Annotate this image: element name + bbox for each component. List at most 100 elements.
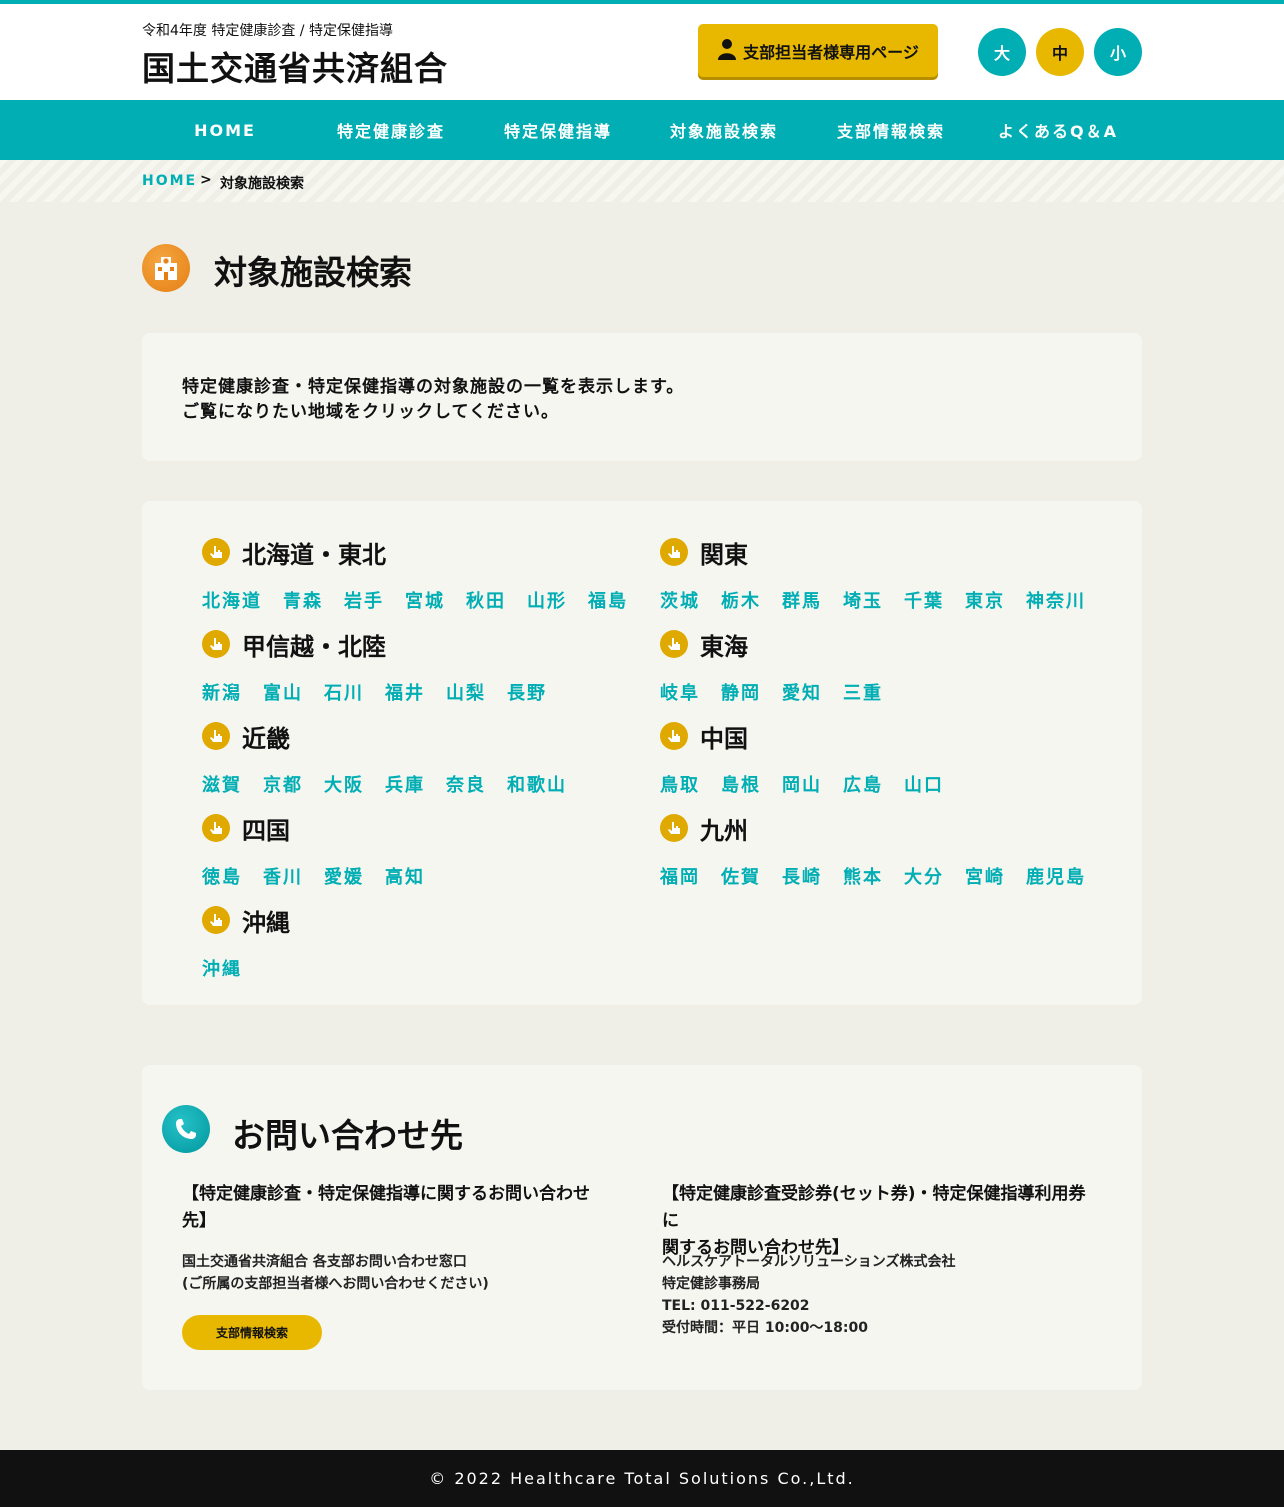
contact-left-text: 国土交通省共済組合 各支部お問い合わせ窓口 (ご所属の支部担当者様へお問い合わせ… [182, 1251, 489, 1295]
prefecture-link[interactable]: 石川 [324, 679, 364, 705]
prefecture-link[interactable]: 兵庫 [385, 771, 425, 797]
staff-page-button[interactable]: 支部担当者様専用ページ [698, 24, 938, 77]
prefecture-link[interactable]: 三重 [843, 679, 883, 705]
prefecture-list: 茨城 栃木 群馬 埼玉 千葉 東京 神奈川 [660, 587, 1100, 613]
prefecture-link[interactable]: 大阪 [324, 771, 364, 797]
nav-item-faq[interactable]: よくあるQ＆A [975, 100, 1141, 160]
prefecture-link[interactable]: 福岡 [660, 863, 700, 889]
prefecture-link[interactable]: 高知 [385, 863, 425, 889]
region-title: 中国 [700, 724, 748, 753]
prefecture-link[interactable]: 福井 [385, 679, 425, 705]
pointer-icon [660, 630, 688, 658]
page-title: 対象施設検索 [214, 253, 412, 292]
prefecture-list: 沖縄 [202, 955, 642, 981]
font-size-small-button[interactable]: 小 [1094, 28, 1142, 76]
prefecture-link[interactable]: 徳島 [202, 863, 242, 889]
contact-title: お問い合わせ先 [232, 1116, 463, 1155]
phone-icon [162, 1105, 210, 1153]
region-title: 九州 [700, 816, 748, 845]
region-header: 九州 [660, 813, 1100, 845]
nav-item-branch-search[interactable]: 支部情報検索 [808, 100, 974, 160]
prefecture-link[interactable]: 千葉 [904, 587, 944, 613]
prefecture-link[interactable]: 東京 [965, 587, 1005, 613]
prefecture-link[interactable]: 秋田 [466, 587, 506, 613]
site-footer: © 2022 Healthcare Total Solutions Co.,Lt… [0, 1450, 1284, 1507]
prefecture-link[interactable]: 神奈川 [1026, 587, 1086, 613]
prefecture-link[interactable]: 島根 [721, 771, 761, 797]
prefecture-link[interactable]: 鹿児島 [1026, 863, 1086, 889]
prefecture-list: 鳥取 島根 岡山 広島 山口 [660, 771, 1100, 797]
site-header: 令和4年度 特定健康診査 / 特定保健指導 国土交通省共済組合 支部担当者様専用… [0, 4, 1284, 100]
prefecture-link[interactable]: 佐賀 [721, 863, 761, 889]
prefecture-link[interactable]: 鳥取 [660, 771, 700, 797]
font-size-medium-button[interactable]: 中 [1036, 28, 1084, 76]
contact-left-heading-line: 先】 [182, 1211, 216, 1231]
prefecture-link[interactable]: 福島 [588, 587, 628, 613]
prefecture-link[interactable]: 奈良 [446, 771, 486, 797]
breadcrumb: HOME > 対象施設検索 [0, 160, 1284, 202]
prefecture-link[interactable]: 北海道 [202, 587, 262, 613]
prefecture-link[interactable]: 岩手 [344, 587, 384, 613]
intro-card: 特定健康診査・特定保健指導の対象施設の一覧を表示します。 ご覧になりたい地域をク… [142, 333, 1142, 461]
pointer-icon [660, 722, 688, 750]
prefecture-link[interactable]: 岐阜 [660, 679, 700, 705]
prefecture-link[interactable]: 沖縄 [202, 955, 242, 981]
prefecture-link[interactable]: 長崎 [782, 863, 822, 889]
prefecture-link[interactable]: 宮崎 [965, 863, 1005, 889]
prefecture-link[interactable]: 山梨 [446, 679, 486, 705]
pointer-icon [202, 722, 230, 750]
region-block: 四国 徳島 香川 愛媛 高知 [202, 813, 642, 889]
branch-search-button[interactable]: 支部情報検索 [182, 1315, 322, 1350]
region-block: 沖縄 沖縄 [202, 905, 642, 981]
region-block: 関東茨城 栃木 群馬 埼玉 千葉 東京 神奈川 [660, 537, 1100, 613]
prefecture-link[interactable]: 宮城 [405, 587, 445, 613]
nav-item-facility-search[interactable]: 対象施設検索 [641, 100, 807, 160]
prefecture-link[interactable]: 群馬 [782, 587, 822, 613]
prefecture-link[interactable]: 愛知 [782, 679, 822, 705]
pointer-icon [202, 630, 230, 658]
region-header: 関東 [660, 537, 1100, 569]
breadcrumb-home-link[interactable]: HOME [142, 173, 197, 189]
prefecture-link[interactable]: 熊本 [843, 863, 883, 889]
prefecture-link[interactable]: 岡山 [782, 771, 822, 797]
prefecture-link[interactable]: 埼玉 [843, 587, 883, 613]
prefecture-link[interactable]: 愛媛 [324, 863, 364, 889]
prefecture-link[interactable]: 青森 [283, 587, 323, 613]
prefecture-link[interactable]: 富山 [263, 679, 303, 705]
hospital-icon [142, 244, 190, 292]
prefecture-link[interactable]: 山形 [527, 587, 567, 613]
prefecture-link[interactable]: 栃木 [721, 587, 761, 613]
prefecture-link[interactable]: 山口 [904, 771, 944, 797]
contact-phone-number: TEL: 011-522-6202 [662, 1298, 810, 1314]
prefecture-link[interactable]: 和歌山 [507, 771, 567, 797]
person-icon [717, 38, 737, 64]
nav-item-home[interactable]: HOME [142, 100, 308, 160]
prefecture-link[interactable]: 茨城 [660, 587, 700, 613]
prefecture-link[interactable]: 香川 [263, 863, 303, 889]
prefecture-link[interactable]: 新潟 [202, 679, 242, 705]
staff-page-button-label: 支部担当者様専用ページ [743, 42, 919, 62]
site-title[interactable]: 国土交通省共済組合 [142, 42, 448, 90]
prefecture-list: 徳島 香川 愛媛 高知 [202, 863, 642, 889]
nav-item-health-checkup[interactable]: 特定健康診査 [308, 100, 474, 160]
contact-right-text: ヘルスケアトータルソリューションズ株式会社 特定健診事務局 TEL: 011-5… [662, 1251, 955, 1339]
prefecture-list: 北海道 青森 岩手 宮城 秋田 山形 福島 [202, 587, 642, 613]
region-title: 甲信越・北陸 [242, 632, 386, 661]
font-size-large-button[interactable]: 大 [978, 28, 1026, 76]
prefecture-link[interactable]: 静岡 [721, 679, 761, 705]
prefecture-link[interactable]: 長野 [507, 679, 547, 705]
breadcrumb-separator: > [200, 172, 212, 188]
region-block: 甲信越・北陸 新潟 富山 石川 福井 山梨 長野 [202, 629, 642, 705]
intro-text-line: 特定健康診査・特定保健指導の対象施設の一覧を表示します。 [182, 377, 685, 397]
prefecture-link[interactable]: 広島 [843, 771, 883, 797]
nav-item-health-guidance[interactable]: 特定保健指導 [475, 100, 641, 160]
prefecture-link[interactable]: 滋賀 [202, 771, 242, 797]
prefecture-link[interactable]: 大分 [904, 863, 944, 889]
contact-right-heading: 【特定健康診査受診券(セット券)・特定保健指導利用券に 関するお問い合わせ先】 [662, 1181, 1102, 1262]
prefecture-link[interactable]: 京都 [263, 771, 303, 797]
region-block: 東海 岐阜 静岡 愛知 三重 [660, 629, 1100, 705]
pointer-icon [660, 814, 688, 842]
pointer-icon [660, 538, 688, 566]
breadcrumb-current: 対象施設検索 [220, 176, 304, 192]
region-title: 北海道・東北 [242, 540, 386, 569]
